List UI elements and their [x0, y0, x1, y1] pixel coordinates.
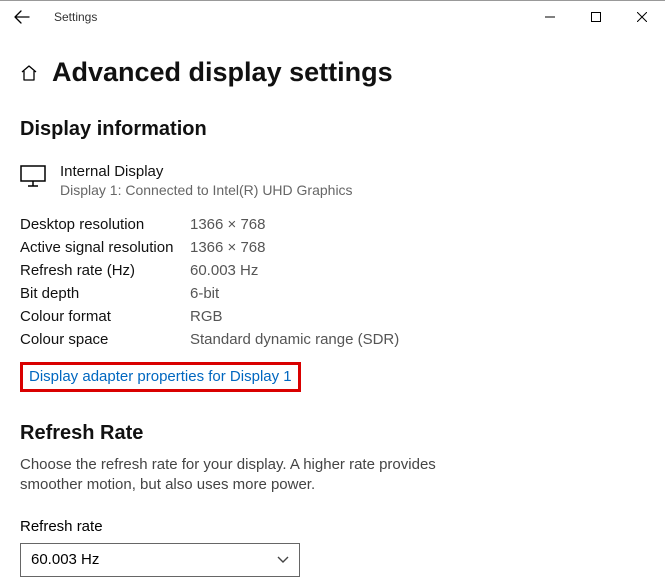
display-name: Internal Display [60, 163, 353, 180]
colour-space-label: Colour space [20, 331, 190, 348]
refresh-rate-selected: 60.003 Hz [31, 551, 99, 568]
bit-depth-value: 6-bit [190, 285, 219, 302]
section-refresh-heading: Refresh Rate [20, 422, 645, 445]
colour-format-value: RGB [190, 308, 223, 325]
chevron-down-icon [277, 551, 289, 568]
desktop-res-value: 1366 × 768 [190, 216, 266, 233]
display-info-table: Desktop resolution 1366 × 768 Active sig… [20, 216, 645, 348]
desktop-res-label: Desktop resolution [20, 216, 190, 233]
table-row: Bit depth 6-bit [20, 285, 645, 302]
table-row: Colour space Standard dynamic range (SDR… [20, 331, 645, 348]
window-controls [527, 2, 665, 32]
section-display-info-heading: Display information [20, 118, 645, 141]
refresh-rate-description: Choose the refresh rate for your display… [20, 455, 460, 496]
callout-highlight: Display adapter properties for Display 1 [20, 362, 301, 392]
close-icon [637, 12, 647, 22]
colour-space-value: Standard dynamic range (SDR) [190, 331, 399, 348]
display-connection: Display 1: Connected to Intel(R) UHD Gra… [60, 182, 353, 198]
refresh-rate-value: 60.003 Hz [190, 262, 258, 279]
table-row: Refresh rate (Hz) 60.003 Hz [20, 262, 645, 279]
back-arrow-icon [14, 9, 30, 25]
window-title: Settings [54, 10, 97, 24]
content-area: Advanced display settings Display inform… [0, 33, 665, 577]
refresh-rate-field-label: Refresh rate [20, 518, 645, 535]
minimize-button[interactable] [527, 2, 573, 32]
page-heading-row: Advanced display settings [20, 57, 645, 88]
page-title: Advanced display settings [52, 57, 393, 88]
bit-depth-label: Bit depth [20, 285, 190, 302]
back-button[interactable] [8, 3, 36, 31]
table-row: Desktop resolution 1366 × 768 [20, 216, 645, 233]
home-button[interactable] [20, 64, 38, 82]
active-res-label: Active signal resolution [20, 239, 190, 256]
display-adapter-link[interactable]: Display adapter properties for Display 1 [29, 368, 292, 385]
table-row: Active signal resolution 1366 × 768 [20, 239, 645, 256]
display-identity: Internal Display Display 1: Connected to… [20, 163, 645, 198]
minimize-icon [545, 12, 555, 22]
titlebar: Settings [0, 1, 665, 33]
active-res-value: 1366 × 768 [190, 239, 266, 256]
monitor-icon [20, 165, 46, 187]
home-icon [20, 64, 38, 82]
table-row: Colour format RGB [20, 308, 645, 325]
colour-format-label: Colour format [20, 308, 190, 325]
maximize-button[interactable] [573, 2, 619, 32]
refresh-rate-label: Refresh rate (Hz) [20, 262, 190, 279]
refresh-rate-select[interactable]: 60.003 Hz [20, 543, 300, 577]
close-button[interactable] [619, 2, 665, 32]
maximize-icon [591, 12, 601, 22]
